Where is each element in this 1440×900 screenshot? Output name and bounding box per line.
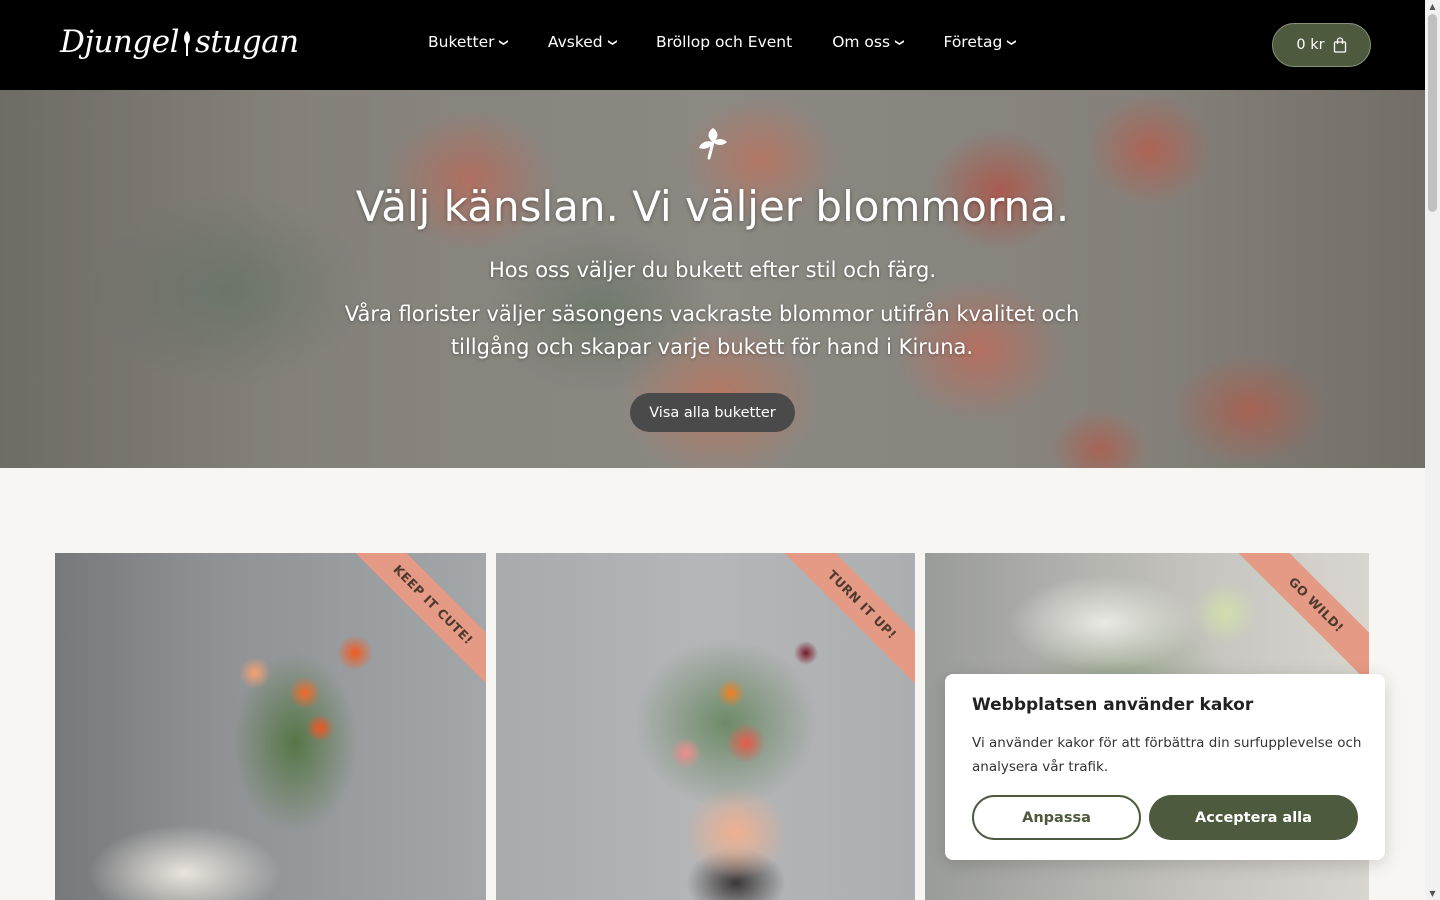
nav-item-foretag[interactable]: Företag ❯ <box>943 33 1017 51</box>
ribbon-label: GO WILD! <box>1239 553 1369 683</box>
nav-label: Buketter <box>428 33 495 51</box>
hero-title: Välj känslan. Vi väljer blommorna. <box>355 182 1070 231</box>
scroll-down-icon[interactable]: ▼ <box>1428 889 1437 898</box>
product-ribbon: KEEP IT CUTE! <box>356 553 486 683</box>
nav-label: Om oss <box>832 33 891 51</box>
hero-subtitle: Hos oss väljer du bukett efter stil och … <box>488 258 937 282</box>
shopping-bag-icon <box>1333 37 1346 53</box>
show-all-bouquets-button[interactable]: Visa alla buketter <box>630 393 795 432</box>
hero-banner: Välj känslan. Vi väljer blommorna. Hos o… <box>0 90 1425 468</box>
product-card[interactable]: TURN IT UP! <box>496 553 915 900</box>
nav-label: Företag <box>943 33 1003 51</box>
cookie-title: Webbplatsen använder kakor <box>972 695 1254 715</box>
chevron-down-icon: ❯ <box>606 38 617 46</box>
logo-text-left: Djungel <box>60 24 180 60</box>
cart-total: 0 kr <box>1296 37 1325 53</box>
nav-item-avsked[interactable]: Avsked ❯ <box>547 33 617 51</box>
ribbon-label: TURN IT UP! <box>785 553 915 683</box>
nav-item-brollop[interactable]: Bröllop och Event <box>656 33 792 51</box>
logo-text-right: stugan <box>195 24 299 60</box>
flower-logo-icon <box>699 128 727 160</box>
product-ribbon: GO WILD! <box>1239 553 1369 683</box>
page-scrollbar[interactable]: ▲ ▼ <box>1425 0 1440 900</box>
customize-cookies-button[interactable]: Anpassa <box>972 795 1141 840</box>
product-card[interactable]: KEEP IT CUTE! <box>55 553 486 900</box>
nav-label: Avsked <box>547 33 603 51</box>
main-nav: Buketter ❯ Avsked ❯ Bröllop och Event Om… <box>428 33 1016 51</box>
cookie-text: Vi använder kakor för att förbättra din … <box>972 735 1362 775</box>
hero-paragraph: Våra florister väljer säsongens vackrast… <box>344 302 1080 359</box>
scroll-thumb[interactable] <box>1428 14 1437 212</box>
chevron-down-icon: ❯ <box>894 38 905 46</box>
nav-label: Bröllop och Event <box>656 33 793 51</box>
cookie-consent-dialog: Webbplatsen använder kakor Vi använder k… <box>945 674 1385 860</box>
cart-button[interactable]: 0 kr <box>1272 23 1371 67</box>
site-logo[interactable]: Djungel stugan <box>60 24 299 60</box>
nav-item-buketter[interactable]: Buketter ❯ <box>428 33 509 51</box>
accept-all-cookies-button[interactable]: Acceptera alla <box>1149 795 1358 840</box>
chevron-down-icon: ❯ <box>498 38 509 46</box>
nav-item-om-oss[interactable]: Om oss ❯ <box>832 33 905 51</box>
logo-leaf-icon <box>184 31 191 56</box>
product-ribbon: TURN IT UP! <box>785 553 915 683</box>
ribbon-label: KEEP IT CUTE! <box>356 553 486 683</box>
chevron-down-icon: ❯ <box>1006 38 1017 46</box>
scroll-up-icon[interactable]: ▲ <box>1428 2 1437 11</box>
site-header: Djungel stugan Buketter ❯ Avsked ❯ Bröll… <box>0 0 1425 90</box>
